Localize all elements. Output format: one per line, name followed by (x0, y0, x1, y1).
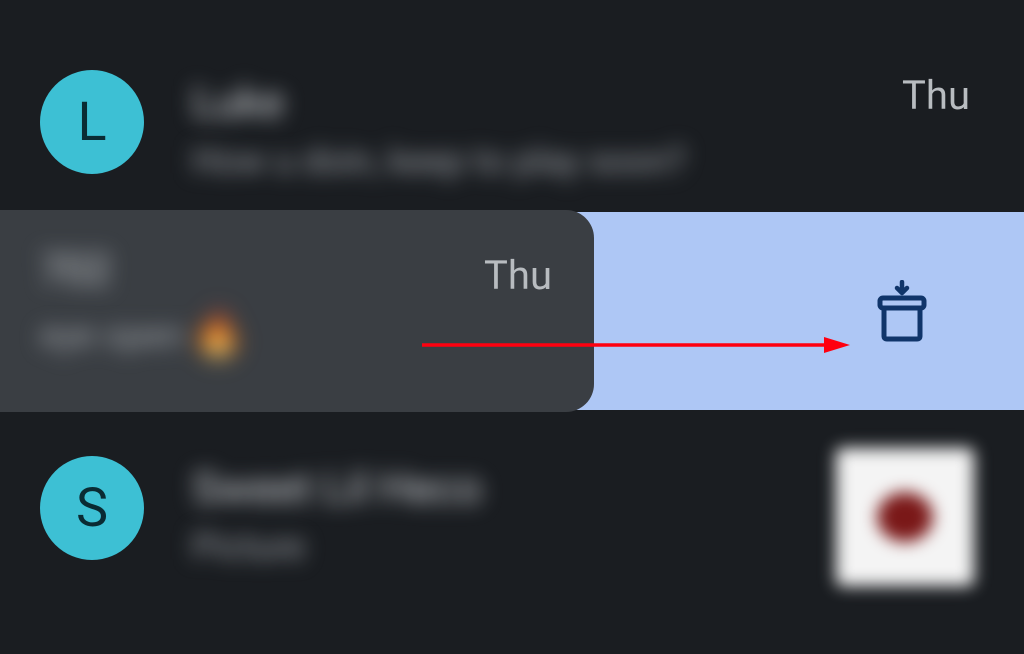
avatar: L (40, 70, 144, 174)
avatar-letter: S (76, 477, 108, 540)
conversation-content: Luke How u doin, keep to play soon? (192, 70, 984, 182)
avatar: S (40, 456, 144, 560)
sender-name: 702 (40, 246, 554, 295)
avatar-letter: L (77, 91, 106, 154)
timestamp: Thu (484, 252, 552, 299)
image-thumbnail (836, 448, 974, 586)
conversation-item-swiped[interactable]: 702 eye open 🔥 Thu (0, 210, 1024, 412)
timestamp: Thu (902, 72, 970, 119)
archive-icon (874, 280, 930, 342)
conversation-card[interactable]: 702 eye open 🔥 Thu (0, 210, 594, 412)
message-preview: How u doin, keep to play soon? (192, 140, 984, 182)
conversation-content: 702 eye open 🔥 (40, 246, 554, 358)
message-preview: eye open 🔥 (40, 311, 554, 358)
sender-name: Luke (192, 76, 984, 128)
conversation-item[interactable]: L Luke How u doin, keep to play soon? Th… (0, 0, 1024, 210)
fire-emoji-icon: 🔥 (193, 311, 243, 358)
conversation-item[interactable]: S Sweet Lil Heco Picture (0, 412, 1024, 612)
conversation-list: L Luke How u doin, keep to play soon? Th… (0, 0, 1024, 654)
